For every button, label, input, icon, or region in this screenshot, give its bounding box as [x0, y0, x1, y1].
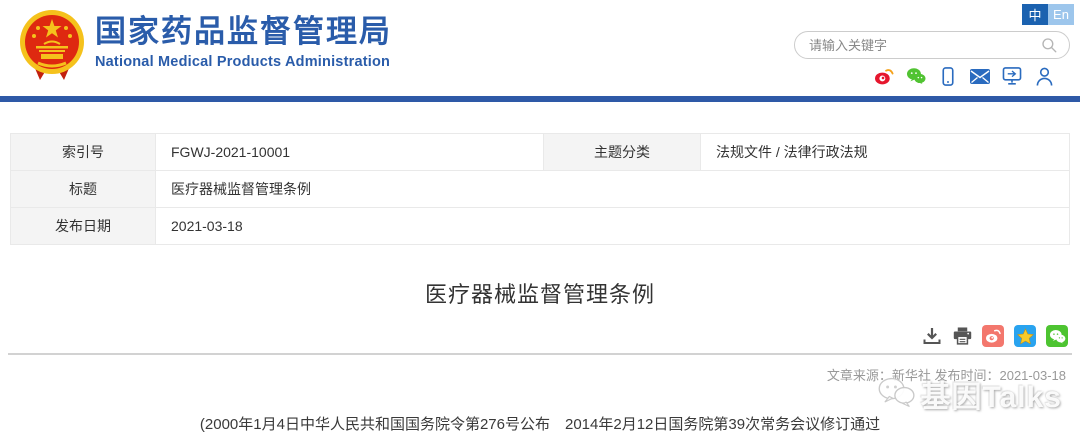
- topic-category-label: 主题分类: [544, 134, 701, 171]
- wechat-icon[interactable]: [906, 66, 926, 86]
- language-toggle: 中 En: [1022, 4, 1074, 25]
- index-number-label: 索引号: [11, 134, 156, 171]
- print-icon[interactable]: [952, 326, 972, 346]
- article-toolbar: [0, 325, 1068, 347]
- mail-icon[interactable]: [970, 66, 990, 86]
- header-social-icons: [874, 66, 1054, 86]
- lang-chinese-button[interactable]: 中: [1022, 4, 1048, 25]
- header-divider-bar: [0, 96, 1080, 102]
- brand-block: 国家药品监督管理局 National Medical Products Admi…: [95, 14, 392, 70]
- publish-date-label: 发布日期: [11, 208, 156, 245]
- article-title: 医疗器械监督管理条例: [0, 277, 1080, 309]
- search-input[interactable]: [809, 38, 1039, 53]
- table-row: 索引号 FGWJ-2021-10001 主题分类 法规文件 / 法律行政法规: [11, 134, 1070, 171]
- national-emblem-logo: [14, 6, 90, 86]
- index-number-value: FGWJ-2021-10001: [156, 134, 544, 171]
- title-value: 医疗器械监督管理条例: [156, 171, 1070, 208]
- page: 国家药品监督管理局 National Medical Products Admi…: [0, 0, 1080, 443]
- weibo-icon[interactable]: [874, 66, 894, 86]
- message-icon[interactable]: [1002, 66, 1022, 86]
- title-label: 标题: [11, 171, 156, 208]
- document-info-table: 索引号 FGWJ-2021-10001 主题分类 法规文件 / 法律行政法规 标…: [10, 133, 1070, 245]
- article-meta: 文章来源：新华社 发布时间：2021-03-18: [0, 365, 1066, 384]
- table-row: 发布日期 2021-03-18: [11, 208, 1070, 245]
- publish-date-value: 2021-03-18: [156, 208, 1070, 245]
- user-icon[interactable]: [1034, 66, 1054, 86]
- site-title-en: National Medical Products Administration: [95, 54, 392, 70]
- content-divider: [8, 353, 1072, 355]
- download-icon[interactable]: [922, 326, 942, 346]
- search-box: [794, 31, 1070, 59]
- body-line: (2000年1月4日中华人民共和国国务院令第276号公布 2014年2月12日国…: [0, 410, 1080, 440]
- search-icon[interactable]: [1039, 35, 1059, 55]
- table-row: 标题 医疗器械监督管理条例: [11, 171, 1070, 208]
- topic-category-value: 法规文件 / 法律行政法规: [701, 134, 1070, 171]
- site-title-cn: 国家药品监督管理局: [95, 14, 392, 50]
- share-qzone-button[interactable]: [1014, 325, 1036, 347]
- lang-english-button[interactable]: En: [1048, 4, 1074, 25]
- article-body: (2000年1月4日中华人民共和国国务院令第276号公布 2014年2月12日国…: [0, 410, 1080, 443]
- share-weibo-button[interactable]: [982, 325, 1004, 347]
- share-wechat-button[interactable]: [1046, 325, 1068, 347]
- site-header: 国家药品监督管理局 National Medical Products Admi…: [0, 0, 1080, 96]
- mobile-icon[interactable]: [938, 66, 958, 86]
